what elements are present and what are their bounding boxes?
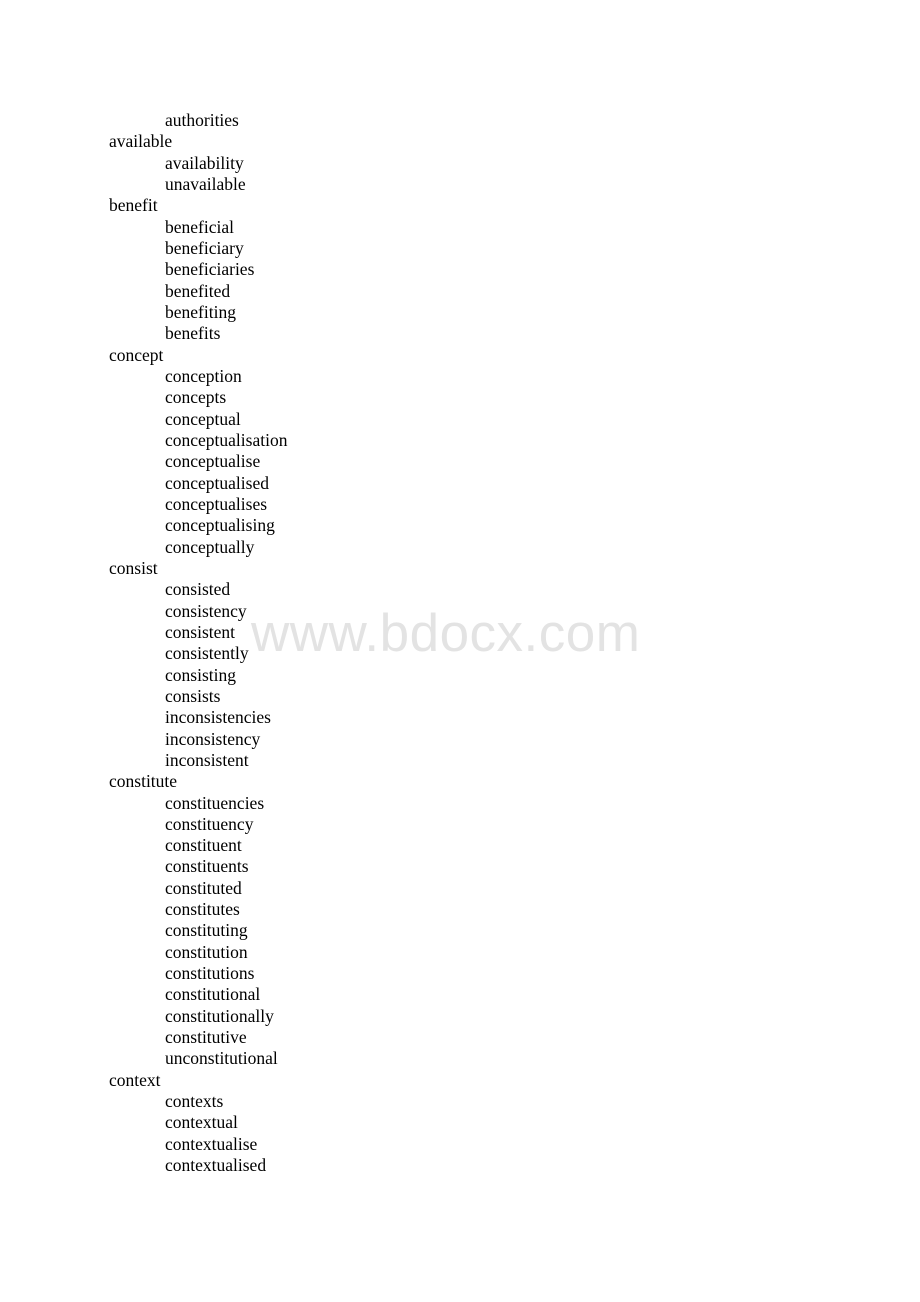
word-family-constitute: constitute constituencies constituency c… [0, 771, 920, 1070]
word-form: constitutionally [165, 1005, 274, 1026]
word-form: constituency [165, 813, 254, 834]
word-family-benefit: benefit beneficial beneficiary beneficia… [0, 195, 920, 344]
word-form: constituted [165, 877, 242, 898]
word-form: conceptualise [165, 451, 261, 472]
headword: benefit [109, 195, 158, 216]
word-form: constitutions [165, 963, 255, 984]
word-form: beneficial [165, 216, 234, 237]
headword: available [109, 131, 173, 152]
headword: context [109, 1069, 161, 1090]
headword: consist [109, 557, 158, 578]
word-form: contextualised [165, 1155, 267, 1176]
word-form: conceptual [165, 408, 241, 429]
word-form: constitution [165, 941, 248, 962]
word-form: inconsistency [165, 728, 261, 749]
word-form: constitutional [165, 984, 261, 1005]
word-form: consisting [165, 664, 236, 685]
word-form: inconsistent [165, 749, 249, 770]
headword: concept [109, 344, 164, 365]
word-form: contextual [165, 1112, 238, 1133]
word-form: conceptualising [165, 515, 275, 536]
word-form: constituting [165, 920, 248, 941]
word-form: constituent [165, 835, 242, 856]
word-form: consistently [165, 643, 249, 664]
word-form: unconstitutional [165, 1048, 278, 1069]
word-form: constitutes [165, 899, 240, 920]
word-form: consisted [165, 579, 231, 600]
word-form: benefits [165, 323, 221, 344]
word-form: beneficiaries [165, 259, 255, 280]
word-family-consist: consist consisted consistency consistent… [0, 558, 920, 771]
word-form: constitutive [165, 1027, 247, 1048]
word-form: contexts [165, 1091, 224, 1112]
word-family-list: authorities available availability unava… [0, 110, 920, 1176]
word-form: benefiting [165, 301, 236, 322]
word-form: conceptualises [165, 493, 268, 514]
word-form: beneficiary [165, 237, 244, 258]
word-form: conceptualisation [165, 429, 288, 450]
word-form: availability [165, 152, 244, 173]
headword: constitute [109, 771, 178, 792]
word-form: concepts [165, 387, 227, 408]
word-form: consistency [165, 600, 247, 621]
word-form: conceptually [165, 536, 255, 557]
word-family-context: context contexts contextual contextualis… [0, 1070, 920, 1177]
word-form: inconsistencies [165, 707, 271, 728]
word-form: unavailable [165, 173, 246, 194]
word-form: benefited [165, 280, 231, 301]
word-form: constituencies [165, 792, 265, 813]
word-form: constituents [165, 856, 249, 877]
word-form: contextualise [165, 1133, 258, 1154]
word-form: conceptualised [165, 472, 269, 493]
word-form: conception [165, 365, 242, 386]
word-form: consists [165, 685, 221, 706]
word-family-concept: concept conception concepts conceptual c… [0, 345, 920, 558]
word-form: authorities [165, 110, 239, 130]
word-family-available: available availability unavailable [0, 131, 920, 195]
word-form: consistent [165, 621, 235, 642]
